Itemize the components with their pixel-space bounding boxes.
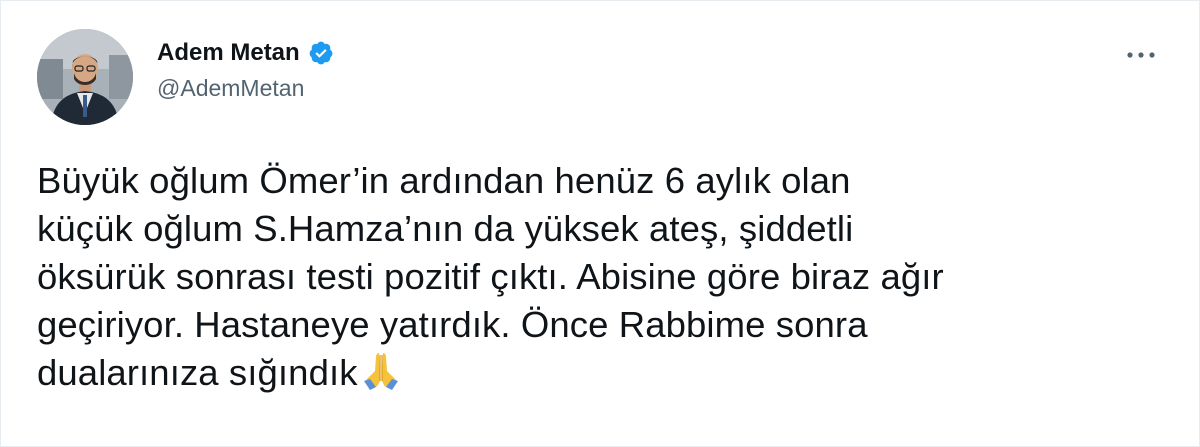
tweet-line: Büyük oğlum Ömer’in ardından henüz 6 ayl… xyxy=(37,160,851,201)
profile-photo xyxy=(37,29,133,125)
author-name[interactable]: Adem Metan xyxy=(157,39,300,67)
author-name-row: Adem Metan xyxy=(157,39,334,67)
avatar[interactable] xyxy=(37,29,133,125)
tweet-card: Adem Metan @AdemMetan Büyük oğlum Ömer’i… xyxy=(0,0,1200,447)
author-handle[interactable]: @AdemMetan xyxy=(157,75,304,102)
tweet-line: geçiriyor. Hastaneye yatırdık. Önce Rabb… xyxy=(37,304,868,345)
tweet-line: küçük oğlum S.Hamza’nın da yüksek ateş, … xyxy=(37,208,854,249)
tweet-text: Büyük oğlum Ömer’in ardından henüz 6 ayl… xyxy=(37,157,1177,397)
more-options-button[interactable] xyxy=(1119,41,1163,69)
tweet-line-last: dualarınıza sığındık xyxy=(37,349,1177,397)
tweet-line: öksürük sonrası testi pozitif çıktı. Abi… xyxy=(37,256,944,297)
more-horizontal-icon xyxy=(1127,52,1155,58)
verified-badge-icon xyxy=(308,40,334,66)
tweet-line-text: dualarınıza sığındık xyxy=(37,352,358,393)
folded-hands-icon xyxy=(358,349,404,391)
